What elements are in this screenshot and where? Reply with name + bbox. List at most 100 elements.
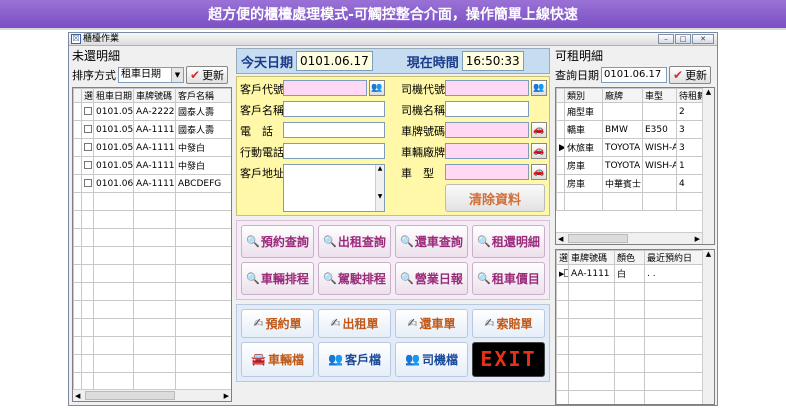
query-date-input[interactable]: 0101.06.17 [601, 67, 667, 83]
vehicle-file-button[interactable]: 🚘 車輛檔 [241, 341, 314, 377]
available-vertical-scrollbar[interactable]: ▲ [702, 88, 714, 244]
col-customer: 客戶名稱 [175, 88, 231, 103]
left-refresh-button[interactable]: ✔ 更新 [186, 66, 229, 84]
maximize-button[interactable]: □ [675, 34, 691, 44]
col-color: 顏色 [614, 250, 645, 265]
plate-label: 車牌號碼 [401, 125, 445, 138]
table-row[interactable]: 0101.05.18AA-1111中發白 [73, 156, 231, 175]
driver-lookup-icon[interactable]: 👥 [531, 80, 547, 96]
sort-label: 排序方式 [72, 69, 116, 82]
available-horizontal-scrollbar[interactable]: ◀ ▶ [556, 232, 702, 244]
model-input[interactable] [445, 164, 529, 180]
driver-file-button[interactable]: 👥 司機檔 [395, 341, 468, 377]
customer-file-button[interactable]: 👥 客戶檔 [318, 341, 391, 377]
table-row[interactable]: 廂型車 2 [556, 102, 707, 121]
clear-data-button[interactable]: 清除資料 [445, 184, 545, 212]
claim-form-button[interactable]: ✍ 索賠單 [472, 309, 545, 338]
available-table: 類別 廠牌 車型 待租數 廂型車2 轎車BMWE3503 ▶休旅車TOYOTAW… [555, 87, 715, 245]
exit-button[interactable]: EXIT [472, 341, 545, 377]
model-lookup-icon[interactable]: 🚗 [531, 164, 547, 180]
mobile-label: 行動電話 [240, 146, 284, 159]
car-icon: 🚘 [251, 352, 266, 367]
scroll-right-icon[interactable]: ▶ [695, 235, 700, 243]
date-bar: 今天日期 0101.06.17 現在時間 16:50:33 [236, 48, 550, 74]
left-horizontal-scrollbar[interactable]: ◀ ▶ [73, 389, 231, 401]
plate-input[interactable] [445, 122, 529, 138]
unreturned-panel: 未還明細 排序方式 租車日期 ▼ ✔ 更新 選 租車日期 車牌號碼 客戶名稱 0… [72, 48, 232, 403]
brand-lookup-icon[interactable]: 🚗 [531, 143, 547, 159]
check-icon: ✔ [190, 68, 201, 82]
operation-panel: 今天日期 0101.06.17 現在時間 16:50:33 客戶代號 👥 客戶名… [236, 48, 550, 403]
table-row[interactable]: 0101.06.11AA-1111ABCDEFG [73, 174, 231, 193]
rental-query-button[interactable]: 🔍 出租查詢 [318, 225, 391, 258]
table-row[interactable]: ▶ AA-1111 白. . [556, 264, 705, 283]
customer-code-input[interactable] [283, 80, 367, 96]
pen-icon: ✍ [253, 316, 264, 331]
row-checkbox[interactable] [564, 269, 568, 277]
reservation-query-button[interactable]: 🔍 預約查詢 [241, 225, 314, 258]
rental-form-button[interactable]: ✍ 出租單 [318, 309, 391, 338]
plate-lookup-icon[interactable]: 🚗 [531, 122, 547, 138]
magnifier-icon: 🔍 [400, 272, 414, 285]
table-row[interactable]: 房車 中華賓士 4 [556, 174, 707, 193]
phone-input[interactable] [283, 122, 385, 138]
customer-code-label: 客戶代號 [240, 83, 284, 96]
customer-lookup-icon[interactable]: 👥 [369, 80, 385, 96]
table-row[interactable]: 0101.05.15AA-1111國泰人壽 [73, 120, 231, 139]
people-icon: 👥 [328, 352, 343, 367]
mobile-input[interactable] [283, 143, 385, 159]
pen-icon: ✍ [407, 316, 418, 331]
now-value: 16:50:33 [461, 51, 524, 71]
brand-input[interactable] [445, 143, 529, 159]
col-select: 選 [556, 250, 569, 265]
table-row[interactable]: ▶休旅車TOYOTAWISH-A3 [556, 138, 707, 157]
col-rent-date: 租車日期 [93, 88, 134, 103]
now-label: 現在時間 [406, 55, 459, 71]
table-row[interactable]: 0101.05.15AA-1111中發白 [73, 138, 231, 157]
close-button[interactable]: ✕ [692, 34, 714, 44]
customer-name-input[interactable] [283, 101, 385, 117]
magnifier-icon: 🔍 [323, 272, 337, 285]
driver-schedule-button[interactable]: 🔍 駕駛排程 [318, 262, 391, 295]
magnifier-icon: 🔍 [477, 272, 491, 285]
row-checkbox[interactable] [84, 125, 92, 133]
return-query-button[interactable]: 🔍 還車查詢 [395, 225, 468, 258]
scroll-right-icon[interactable]: ▶ [224, 392, 229, 400]
daily-report-button[interactable]: 🔍 營業日報 [395, 262, 468, 295]
minimize-button[interactable]: – [658, 34, 674, 44]
driver-code-input[interactable] [445, 80, 529, 96]
right-refresh-button[interactable]: ✔ 更新 [669, 66, 712, 84]
scroll-left-icon[interactable]: ◀ [75, 392, 80, 400]
magnifier-icon: 🔍 [400, 235, 414, 248]
scroll-thumb[interactable] [85, 391, 175, 400]
sort-select[interactable]: 租車日期 ▼ [118, 67, 184, 83]
row-checkbox[interactable] [84, 179, 92, 187]
table-row[interactable]: 轎車 BMW E350 3 [556, 120, 707, 139]
address-scrollbar[interactable]: ▲ ▼ [375, 165, 384, 211]
brand-label: 車輛廠牌 [401, 146, 445, 159]
check-icon: ✔ [673, 68, 684, 82]
table-row[interactable]: 房車 TOYOTA WISH-A 1 [556, 156, 707, 175]
rental-detail-button[interactable]: 🔍 租還明細 [472, 225, 545, 258]
available-panel: 可租明細 查詢日期 0101.06.17 ✔ 更新 類別 廠牌 車型 待租數 廂… [555, 48, 715, 405]
rental-price-button[interactable]: 🔍 租車價目 [472, 262, 545, 295]
chevron-down-icon: ▼ [171, 68, 183, 82]
people-icon: 👥 [405, 352, 420, 367]
scroll-thumb[interactable] [568, 234, 628, 243]
driver-name-input[interactable] [445, 101, 529, 117]
reservation-form-button[interactable]: ✍ 預約單 [241, 309, 314, 338]
return-form-button[interactable]: ✍ 還車單 [395, 309, 468, 338]
vehicle-list-vertical-scrollbar[interactable]: ▲ [702, 250, 714, 404]
pen-icon: ✍ [484, 316, 495, 331]
address-textarea[interactable]: ▲ ▼ [283, 164, 385, 212]
query-panel: 🔍 預約查詢 🔍 出租查詢 🔍 還車查詢 🔍 租還明細 🔍 車輛排程 🔍 駕駛排程 🔍 營業日… [236, 220, 550, 300]
driver-code-label: 司機代號 [401, 83, 445, 96]
row-checkbox[interactable] [84, 143, 92, 151]
scroll-left-icon[interactable]: ◀ [558, 235, 563, 243]
app-icon: ☒ [71, 34, 81, 44]
table-row[interactable]: 0101.05.15AA-2222國泰人壽 [73, 102, 231, 121]
address-label: 客戶地址 [240, 167, 284, 180]
row-checkbox[interactable] [84, 107, 92, 115]
vehicle-schedule-button[interactable]: 🔍 車輛排程 [241, 262, 314, 295]
row-checkbox[interactable] [84, 161, 92, 169]
